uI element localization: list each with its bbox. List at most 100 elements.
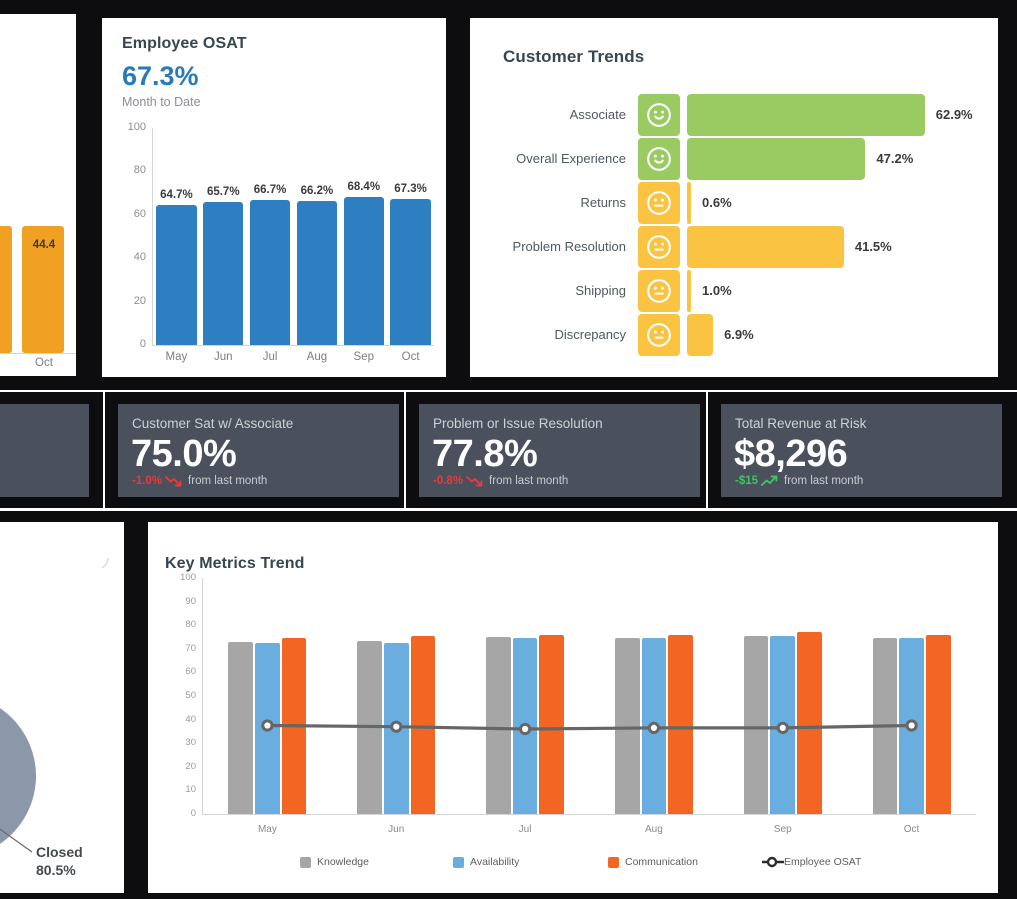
customer-trends-row-label: Shipping (575, 283, 626, 298)
customer-trends-row[interactable]: Discrepancy 6.9% (470, 314, 998, 356)
key-metrics-plot: 0 10 20 30 40 50 60 70 80 90 100 May Jun Jul Aug Sep Oc… (148, 522, 998, 893)
customer-trends-bar[interactable] (687, 182, 691, 224)
customer-trends-mood-tile[interactable] (638, 226, 680, 268)
customer-trends-bar[interactable] (687, 270, 691, 312)
employee-osat-bar-label: 65.7% (206, 186, 240, 199)
trend-down-icon (165, 476, 182, 487)
customer-trends-bar[interactable] (687, 226, 844, 268)
key-metrics-y-tick: 0 (190, 808, 196, 819)
customer-trends-mood-tile[interactable] (638, 94, 680, 136)
key-metrics-trend-panel[interactable]: Key Metrics Trend 0 10 20 30 40 50 60 70 80 90 100… (148, 522, 998, 893)
customer-trends-row[interactable]: Returns 0.6% (470, 182, 998, 224)
key-metrics-bar[interactable] (357, 640, 382, 814)
key-metrics-bar[interactable] (255, 642, 280, 814)
customer-trends-row[interactable]: Problem Resolution 41.5% (470, 226, 998, 268)
key-metrics-bar[interactable] (512, 638, 538, 814)
employee-osat-x-tick: Oct (401, 351, 420, 363)
employee-osat-bar[interactable] (249, 200, 291, 345)
kpi-title: Problem or Issue Resolution (433, 416, 603, 431)
kpi-card-empty-fragment[interactable] (0, 404, 89, 497)
customer-trends-bar[interactable] (687, 314, 714, 356)
kpi-footer: -1.0% from last month (132, 475, 267, 487)
key-metrics-y-tick: 70 (185, 642, 196, 654)
key-metrics-bar[interactable] (899, 638, 924, 814)
customer-trends-bar[interactable] (687, 94, 925, 136)
key-metrics-bar[interactable] (641, 638, 667, 814)
donut-slice-closed[interactable] (0, 694, 36, 858)
customer-trends-bar-value: 62.9% (935, 107, 973, 122)
employee-osat-bar[interactable] (296, 201, 338, 345)
key-metrics-bar[interactable] (668, 634, 693, 814)
kpi-card[interactable]: Problem or Issue Resolution 77.8% -0.8% fro… (419, 404, 700, 497)
customer-trends-row[interactable]: Shipping 1.0% (470, 270, 998, 312)
key-metrics-bar[interactable] (281, 638, 307, 814)
key-metrics-bar[interactable] (410, 635, 436, 814)
key-metrics-bar[interactable] (797, 632, 822, 814)
donut-corner-arc (101, 557, 109, 569)
key-metrics-legend-item[interactable]: Availability (453, 856, 519, 868)
kpi-title: Total Revenue at Risk (735, 416, 867, 431)
customer-trends-bar[interactable] (687, 138, 866, 180)
customer-trends-mood-tile[interactable] (638, 182, 680, 224)
employee-osat-x-tick: Jul (262, 351, 278, 363)
employee-osat-x-tick: Sep (353, 351, 374, 363)
employee-osat-bar[interactable] (390, 198, 431, 345)
kpi-divider-3 (706, 392, 708, 510)
trend-up-icon (761, 475, 778, 486)
employee-osat-y-tick: 60 (133, 207, 146, 220)
y-axis-line (152, 128, 153, 345)
key-metrics-y-tick: 40 (185, 713, 196, 725)
key-metrics-y-tick: 20 (185, 760, 196, 772)
kpi-note: from last month (188, 475, 268, 487)
customer-trends-row[interactable]: Overall Experience 47.2% (470, 138, 998, 180)
key-metrics-bar[interactable] (539, 634, 565, 814)
key-metrics-bar[interactable] (614, 638, 640, 814)
key-metrics-y-tick: 60 (185, 666, 196, 678)
employee-osat-y-tick: 80 (133, 164, 146, 177)
partial-bar-previous[interactable] (0, 226, 12, 353)
employee-osat-bar-label: 67.3% (394, 182, 427, 195)
partial-bar-x-tick: Oct (35, 357, 53, 369)
customer-trends-row[interactable]: Associate 62.9% (470, 94, 998, 136)
kpi-card[interactable]: Customer Sat w/ Associate 75.0% -1.0% from … (118, 404, 399, 497)
key-metrics-legend-item[interactable]: Communication (608, 856, 698, 868)
key-metrics-bar[interactable] (228, 641, 254, 814)
kpi-footer: -0.8% from last month (433, 475, 568, 487)
kpi-delta: -1.0% (132, 475, 163, 487)
kpi-title: Customer Sat w/ Associate (132, 416, 294, 431)
key-metrics-bar[interactable] (770, 635, 796, 814)
key-metrics-y-tick: 50 (185, 690, 196, 701)
customer-trends-panel[interactable]: Customer Trends Associate 62.9% Overall E… (470, 18, 998, 377)
partial-bar-value-label: 44.4 (32, 239, 56, 251)
employee-osat-bar[interactable] (203, 202, 244, 345)
employee-osat-panel[interactable]: Employee OSAT 67.3% Month to Date 0 20 40 6… (102, 18, 446, 377)
kpi-value: 77.8% (432, 433, 538, 475)
key-metrics-bar[interactable] (486, 637, 511, 814)
key-metrics-bar[interactable] (872, 638, 898, 814)
customer-trends-mood-tile[interactable] (638, 138, 680, 180)
key-metrics-bar[interactable] (383, 642, 409, 814)
kpi-footer: -$15 from last month (735, 475, 863, 487)
customer-trends-mood-tile[interactable] (638, 270, 680, 312)
employee-osat-bar[interactable] (156, 204, 197, 345)
employee-osat-bar[interactable] (343, 196, 384, 345)
employee-osat-bar-label: 64.7% (160, 188, 193, 201)
key-metrics-y-tick: 10 (185, 784, 196, 796)
key-metrics-bar[interactable] (743, 635, 769, 814)
smiley-happy-icon (647, 147, 671, 171)
donut-chart-svg (0, 557, 109, 858)
key-metrics-bar[interactable] (925, 634, 951, 814)
key-metrics-y-tick: 30 (185, 737, 196, 749)
partial-bar-chart-panel[interactable]: 44.4 Oct (0, 14, 76, 376)
partial-chart-axis (0, 353, 76, 354)
employee-osat-bar-label: 66.7% (253, 184, 287, 197)
case-status-donut-panel[interactable]: Closed 80.5% (0, 522, 124, 893)
key-metrics-legend-item[interactable]: Knowledge (300, 856, 369, 868)
customer-trends-rows: Associate 62.9% Overall Experience 47.2% R… (470, 18, 998, 377)
customer-trends-bar-value: 6.9% (724, 327, 754, 342)
key-metrics-legend-item[interactable]: Employee OSAT (761, 856, 861, 868)
key-metrics-legend-label: Employee OSAT (784, 856, 862, 868)
kpi-card[interactable]: Total Revenue at Risk $8,296 -$15 from last… (721, 404, 1002, 497)
customer-trends-mood-tile[interactable] (638, 314, 680, 356)
trend-down-icon (466, 476, 483, 487)
